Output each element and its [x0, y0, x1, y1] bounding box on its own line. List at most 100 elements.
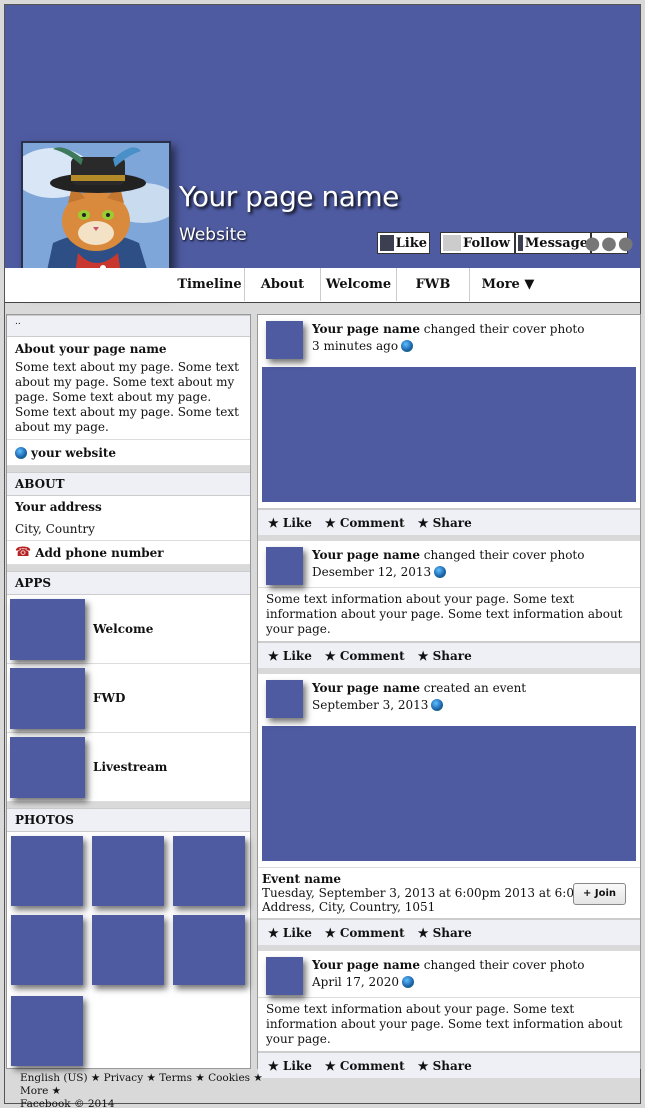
- event-details: Event name Tuesday, September 3, 2013 at…: [258, 867, 640, 918]
- footer-copyright: Facebook © 2014: [20, 1098, 115, 1108]
- more-options-button[interactable]: ●●●: [584, 232, 634, 254]
- globe-icon: [401, 340, 414, 352]
- photo-thumbnail[interactable]: [173, 836, 245, 906]
- address-block: Your address City, Country: [7, 496, 250, 541]
- post-action: changed their cover photo: [419, 958, 585, 972]
- message-button[interactable]: Message: [515, 232, 591, 254]
- post-action-bar: ★ Like ★ Comment ★ Share: [258, 1052, 640, 1078]
- tab-more[interactable]: More ▼: [470, 268, 546, 301]
- phone-row[interactable]: ☎ Add phone number: [7, 541, 250, 565]
- left-sidebar: .. About your page name Some text about …: [6, 314, 251, 1069]
- photo-thumbnail[interactable]: [11, 915, 83, 985]
- post-action: changed their cover photo: [419, 548, 585, 562]
- apps-heading: APPS: [7, 571, 250, 595]
- post-action-bar: ★ Like ★ Comment ★ Share: [258, 642, 640, 668]
- post-time[interactable]: Desember 12, 2013: [312, 565, 431, 579]
- post-time[interactable]: April 17, 2020: [312, 975, 399, 989]
- app-item-welcome[interactable]: Welcome: [7, 595, 250, 664]
- event-name[interactable]: Event name: [262, 872, 341, 886]
- phone-icon: ☎: [15, 545, 32, 560]
- like-label: Like: [395, 235, 427, 251]
- post-author[interactable]: Your page name: [312, 681, 420, 695]
- photos-heading: PHOTOS: [7, 808, 250, 832]
- globe-icon: [434, 566, 447, 578]
- post-header: Your page name changed their cover photo…: [258, 951, 640, 997]
- app-thumbnail: [10, 736, 85, 798]
- tab-welcome[interactable]: Welcome: [321, 268, 397, 301]
- website-link[interactable]: Website: [179, 225, 247, 245]
- comment-link[interactable]: ★ Comment: [325, 926, 405, 940]
- post-time[interactable]: 3 minutes ago: [312, 339, 398, 353]
- website-row[interactable]: your website: [7, 440, 250, 466]
- post-author[interactable]: Your page name: [312, 958, 420, 972]
- address-label: Your address: [15, 500, 102, 514]
- post-avatar[interactable]: [266, 547, 303, 585]
- about-page-title: About your page name: [15, 342, 167, 356]
- feed-post: Your page name changed their cover photo…: [258, 951, 640, 1052]
- like-link[interactable]: ★ Like: [268, 1059, 312, 1073]
- feed-post: Your page name changed their cover photo…: [258, 315, 640, 509]
- about-heading: ABOUT: [7, 472, 250, 496]
- share-link[interactable]: ★ Share: [418, 516, 472, 530]
- photo-thumbnail[interactable]: [92, 915, 164, 985]
- globe-icon: [402, 976, 415, 988]
- post-action-bar: ★ Like ★ Comment ★ Share: [258, 509, 640, 535]
- post-header: Your page name changed their cover photo…: [258, 315, 640, 361]
- post-avatar[interactable]: [266, 321, 303, 359]
- app-item-livestream[interactable]: Livestream: [7, 733, 250, 802]
- footer-links[interactable]: English (US) ★ Privacy ★ Terms ★ Cookies…: [20, 1072, 280, 1098]
- city-country: City, Country: [15, 522, 95, 536]
- app-item-fwd[interactable]: FWD: [7, 664, 250, 733]
- post-header: Your page name changed their cover photo…: [258, 541, 640, 587]
- page-nav-bar: Timeline About Welcome FWB More ▼: [5, 268, 640, 303]
- message-label: Message: [524, 235, 588, 251]
- photo-thumbnail[interactable]: [173, 915, 245, 985]
- photo-thumbnail[interactable]: [92, 836, 164, 906]
- photo-thumbnail[interactable]: [11, 836, 83, 906]
- like-link[interactable]: ★ Like: [268, 649, 312, 663]
- page-actions: Like Follow Message ●●●: [377, 232, 634, 254]
- post-author[interactable]: Your page name: [312, 322, 420, 336]
- post-action: created an event: [419, 681, 527, 695]
- app-label: Livestream: [93, 760, 168, 774]
- post-text: Some text information about your page. S…: [258, 587, 640, 641]
- join-event-button[interactable]: + Join: [573, 883, 626, 905]
- feed-post: Your page name changed their cover photo…: [258, 541, 640, 642]
- share-link[interactable]: ★ Share: [418, 1059, 472, 1073]
- comment-link[interactable]: ★ Comment: [325, 649, 405, 663]
- share-link[interactable]: ★ Share: [418, 649, 472, 663]
- photos-grid: [7, 832, 250, 1082]
- post-avatar[interactable]: [266, 957, 303, 995]
- page-title: Your page name: [179, 180, 399, 213]
- event-when: Tuesday, September 3, 2013 at 6:00pm 201…: [262, 886, 601, 900]
- post-avatar[interactable]: [266, 680, 303, 718]
- chat-bubble-icon: [518, 235, 523, 251]
- post-header: Your page name created an event Septembe…: [258, 674, 640, 720]
- tab-fwb[interactable]: FWB: [397, 268, 470, 301]
- follow-button[interactable]: Follow: [440, 232, 515, 254]
- post-action: changed their cover photo: [419, 322, 585, 336]
- like-link[interactable]: ★ Like: [268, 516, 312, 530]
- app-label: FWD: [93, 691, 126, 705]
- globe-icon: [15, 446, 27, 459]
- post-time[interactable]: September 3, 2013: [312, 698, 428, 712]
- about-page-block: About your page name Some text about my …: [7, 337, 250, 440]
- timeline-feed: Your page name changed their cover photo…: [257, 314, 641, 1078]
- sidebar-top-bar: ..: [7, 315, 250, 337]
- share-link[interactable]: ★ Share: [418, 926, 472, 940]
- footer: English (US) ★ Privacy ★ Terms ★ Cookies…: [20, 1072, 280, 1108]
- post-author[interactable]: Your page name: [312, 548, 420, 562]
- tab-timeline[interactable]: Timeline: [175, 268, 245, 301]
- post-image[interactable]: [262, 367, 636, 502]
- plus-icon: [443, 235, 461, 251]
- like-link[interactable]: ★ Like: [268, 926, 312, 940]
- event-cover-image[interactable]: [262, 726, 636, 861]
- like-button[interactable]: Like: [377, 232, 430, 254]
- comment-link[interactable]: ★ Comment: [325, 516, 405, 530]
- feed-post: Your page name created an event Septembe…: [258, 674, 640, 919]
- tab-about[interactable]: About: [245, 268, 321, 301]
- photo-thumbnail[interactable]: [11, 996, 83, 1066]
- comment-link[interactable]: ★ Comment: [325, 1059, 405, 1073]
- follow-label: Follow: [463, 235, 510, 251]
- app-label: Welcome: [93, 622, 154, 636]
